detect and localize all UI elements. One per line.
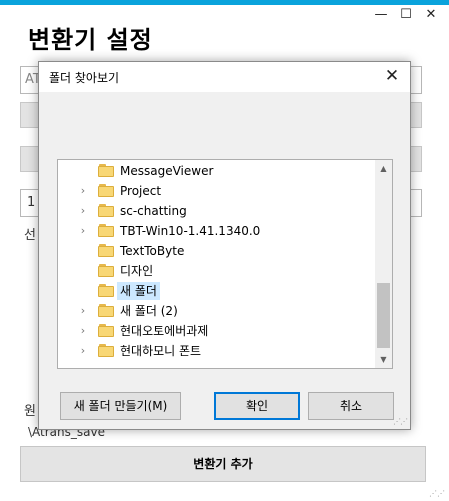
chevron-right-icon[interactable]: › xyxy=(78,184,88,198)
folder-icon xyxy=(98,244,114,257)
tree-item-label: 현대하모니 폰트 xyxy=(120,344,202,358)
scroll-down-button[interactable]: ▼ xyxy=(375,351,392,368)
count-value: 1 xyxy=(27,195,36,210)
folder-tree[interactable]: MessageViewer › Project › sc-chatting › TBT-Wi… xyxy=(57,159,393,369)
tree-item-label: MessageViewer xyxy=(120,164,214,178)
close-button[interactable]: ✕ xyxy=(423,7,439,23)
chevron-right-icon[interactable]: › xyxy=(78,304,88,318)
tree-item-label: 새 폴더 xyxy=(117,282,160,300)
page-title: 변환기 설정 xyxy=(28,26,153,54)
scroll-thumb[interactable] xyxy=(377,283,390,348)
window-accent-stripe xyxy=(0,0,449,5)
tree-item-label: TextToByte xyxy=(120,244,185,258)
dialog-titlebar: 폴더 찾아보기 ✕ xyxy=(39,62,410,92)
chevron-right-icon[interactable]: › xyxy=(78,204,88,218)
tree-scrollbar[interactable]: ▲ ▼ xyxy=(375,160,392,368)
folder-icon xyxy=(98,324,114,337)
maximize-button[interactable]: ☐ xyxy=(398,7,414,23)
tree-item[interactable]: › TBT-Win10-1.41.1340.0 xyxy=(76,221,372,241)
tree-item[interactable]: › 현대하모니 폰트 xyxy=(76,341,372,361)
resize-grip[interactable]: ⋰⋰ xyxy=(429,489,445,498)
folder-icon xyxy=(98,264,114,277)
minimize-button[interactable]: — xyxy=(373,7,389,23)
tree-item[interactable]: › Project xyxy=(76,181,372,201)
folder-icon xyxy=(98,224,114,237)
folder-icon xyxy=(98,284,114,297)
folder-browser-dialog: 폴더 찾아보기 ✕ MessageViewer › Project › sc-chatt… xyxy=(38,61,411,430)
tree-item[interactable]: › 새 폴더 (2) xyxy=(76,301,372,321)
tree-item[interactable]: TextToByte xyxy=(76,241,372,261)
tree-item[interactable]: 디자인 xyxy=(76,261,372,281)
tree-item[interactable]: 새 폴더 xyxy=(76,281,372,301)
tree-item[interactable]: › 현대오토에버과제 xyxy=(76,321,372,341)
dialog-resize-grip[interactable]: ⋰⋰ xyxy=(393,417,408,426)
tree-item-label: 현대오토에버과제 xyxy=(120,324,209,338)
tree-item-label: 새 폴더 (2) xyxy=(120,304,178,318)
tree-item-label: sc-chatting xyxy=(120,204,187,218)
dialog-title: 폴더 찾아보기 xyxy=(49,71,120,85)
tree-item[interactable]: MessageViewer xyxy=(76,161,372,181)
chevron-right-icon[interactable]: › xyxy=(78,344,88,358)
tree-item-label: TBT-Win10-1.41.1340.0 xyxy=(120,224,261,238)
add-converter-button[interactable]: 변환기 추가 xyxy=(20,446,426,482)
tree-item[interactable]: › sc-chatting xyxy=(76,201,372,221)
tree-item-label: 디자인 xyxy=(120,264,154,278)
select-label: 선 xyxy=(24,228,36,243)
folder-icon xyxy=(98,304,114,317)
folder-icon xyxy=(98,164,114,177)
folder-icon xyxy=(98,344,114,357)
folder-icon xyxy=(98,204,114,217)
dialog-close-button[interactable]: ✕ xyxy=(382,66,402,86)
cancel-button[interactable]: 취소 xyxy=(308,392,394,420)
chevron-right-icon[interactable]: › xyxy=(78,324,88,338)
ok-button[interactable]: 확인 xyxy=(214,392,300,420)
tree-item-label: Project xyxy=(120,184,162,198)
new-folder-button[interactable]: 새 폴더 만들기(M) xyxy=(60,392,181,420)
scroll-up-button[interactable]: ▲ xyxy=(375,160,392,177)
source-label: 원 xyxy=(24,404,36,419)
chevron-right-icon[interactable]: › xyxy=(78,224,88,238)
folder-icon xyxy=(98,184,114,197)
